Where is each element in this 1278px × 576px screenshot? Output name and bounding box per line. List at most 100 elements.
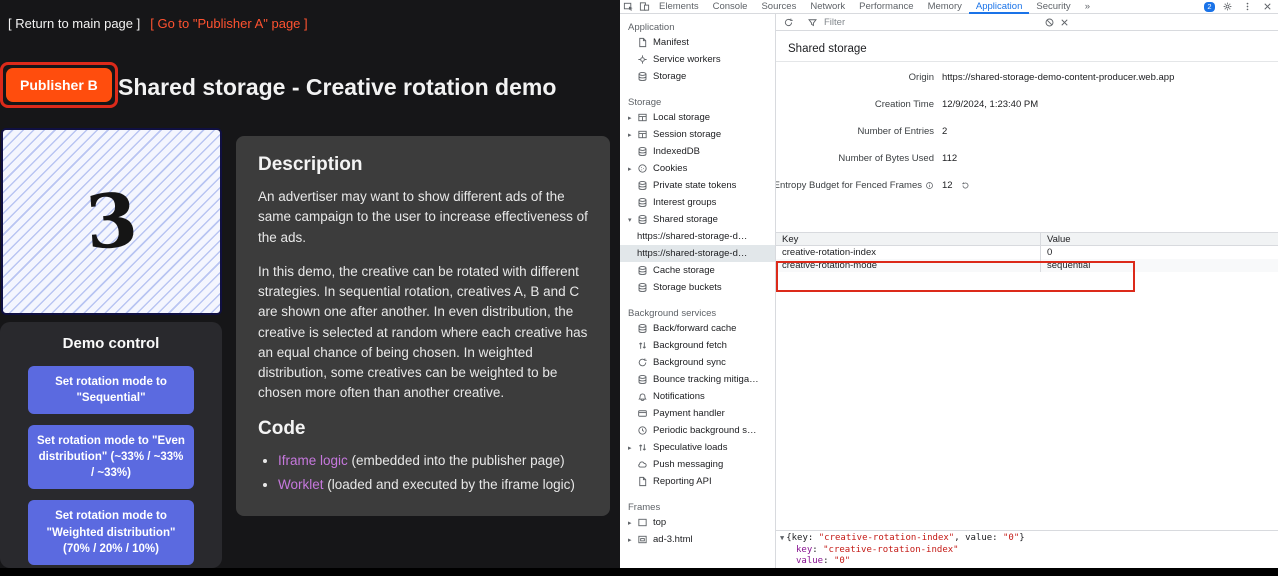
column-header-key: Key [776,233,1040,246]
sidebar-item-speculative-loads[interactable]: ▸ Speculative loads [620,439,775,456]
entries-table: KeyValuecreative-rotation-index0creative… [776,232,1278,272]
tab-console[interactable]: Console [706,0,755,14]
tab-performance[interactable]: Performance [852,0,920,14]
sidebar-item-service-workers[interactable]: Service workers [620,51,775,68]
settings-gear-button[interactable] [1219,0,1235,14]
metadata-label: Entropy Budget for Fenced Frames [776,180,934,191]
sidebar-item-label: Speculative loads [653,442,727,453]
table-header-row: KeyValue [776,233,1278,246]
rotation-even-distribution-button[interactable]: Set rotation mode to "Even distribution"… [28,425,194,489]
sidebar-item-label: Push messaging [653,459,723,470]
rotation-sequential-button[interactable]: Set rotation mode to "Sequential" [28,366,194,414]
delete-selected-button[interactable] [1057,15,1072,30]
shared-storage-heading: Shared storage [776,31,1278,62]
demo-control-panel: Demo control Set rotation mode to "Seque… [0,322,222,568]
clear-all-button[interactable] [1042,15,1057,30]
tree-expand-arrow-icon[interactable]: ▸ [628,165,637,173]
tab-elements[interactable]: Elements [652,0,706,14]
demo-control-title: Demo control [63,335,160,352]
metadata-report: Originhttps://shared-storage-demo-conten… [776,62,1278,190]
sidebar-item-interest-groups[interactable]: Interest groups [620,194,775,211]
sidebar-item-background-fetch[interactable]: Background fetch [620,337,775,354]
sidebar-item-https-shared-storage-d[interactable]: https://shared-storage-d… [620,245,775,262]
sidebar-item-storage-buckets[interactable]: Storage buckets [620,279,775,296]
tab-sources[interactable]: Sources [754,0,803,14]
metadata-label: Number of Entries [776,126,934,137]
storage-toolbar: Filter [776,14,1278,31]
tab-application[interactable]: Application [969,0,1029,14]
more-options-kebab-button[interactable] [1239,0,1255,14]
service-worker-icon [637,54,648,65]
property-value: "0" [834,556,850,566]
bell-icon [637,391,648,402]
go-to-publisher-a-link[interactable]: [ Go to "Publisher A" page ] [150,16,307,31]
tree-expand-arrow-icon[interactable]: ▸ [628,519,637,527]
sidebar-item-label: Session storage [653,129,721,140]
sidebar-item-back-forward-cache[interactable]: Back/forward cache [620,320,775,337]
sidebar-item-cache-storage[interactable]: Cache storage [620,262,775,279]
tree-expand-arrow-icon[interactable]: ▸ [628,536,637,544]
table-row-creative-rotation-mode[interactable]: creative-rotation-modesequential [776,259,1278,272]
tree-expand-arrow-icon[interactable]: ▾ [628,216,637,224]
close-devtools-button[interactable] [1259,0,1275,14]
clock-icon [637,425,648,436]
sidebar-item-label: Manifest [653,37,689,48]
publisher-b-button[interactable]: Publisher B [6,68,112,102]
sidebar-item-bounce-tracking-mitiga[interactable]: Bounce tracking mitiga… [620,371,775,388]
sidebar-item-reporting-api[interactable]: Reporting API [620,473,775,490]
tree-expand-arrow-icon[interactable]: ▸ [628,114,637,122]
preview-expanded-line[interactable]: ▼{key: "creative-rotation-index", value:… [780,533,1274,545]
tab-memory[interactable]: Memory [921,0,969,14]
property-colon: : [812,545,823,555]
sidebar-item-notifications[interactable]: Notifications [620,388,775,405]
preview-token: , [954,533,965,543]
tree-expand-arrow-icon[interactable]: ▸ [628,131,637,139]
sidebar-item-manifest[interactable]: Manifest [620,34,775,51]
publisher-b-annotation-box: Publisher B [0,62,118,108]
metadata-value: 112 [942,153,957,164]
application-sidebar: ApplicationManifestService workersStorag… [620,14,776,568]
tree-expand-arrow-icon[interactable]: ▸ [628,444,637,452]
rotation-weighted-distribution-button[interactable]: Set rotation mode to "Weighted distribut… [28,500,194,564]
metadata-row-number-of-bytes-used: Number of Bytes Used112 [776,153,1278,163]
sidebar-item-periodic-background-s[interactable]: Periodic background s… [620,422,775,439]
tab-network[interactable]: Network [803,0,852,14]
preview-tokens: {key: "creative-rotation-index", value: … [786,533,1024,543]
cloud-icon [637,459,648,470]
return-to-main-link[interactable]: [ Return to main page ] [8,16,140,31]
sidebar-item-top[interactable]: ▸top [620,514,775,531]
sidebar-item-storage[interactable]: Storage [620,68,775,85]
metadata-label-text: Creation Time [875,99,934,110]
refresh-button[interactable] [781,15,796,30]
code-link-worklet[interactable]: Worklet [278,477,324,492]
sidebar-item-label: Interest groups [653,197,716,208]
tab-security[interactable]: Security [1029,0,1077,14]
sidebar-item-label: ad-3.html [653,534,693,545]
sidebar-item-shared-storage[interactable]: ▾Shared storage [620,211,775,228]
sidebar-item-ad-3-html[interactable]: ▸ ad-3.html [620,531,775,548]
more-tabs-button[interactable]: » [1078,0,1097,14]
sidebar-item-https-shared-storage-d[interactable]: https://shared-storage-d… [620,228,775,245]
issues-count-badge[interactable]: 2 [1204,2,1215,12]
sidebar-item-indexeddb[interactable]: IndexedDB [620,143,775,160]
sidebar-item-push-messaging[interactable]: Push messaging [620,456,775,473]
property-colon: : [823,556,834,566]
table-row-creative-rotation-index[interactable]: creative-rotation-index0 [776,246,1278,259]
sidebar-item-session-storage[interactable]: ▸ Session storage [620,126,775,143]
sidebar-item-background-sync[interactable]: Background sync [620,354,775,371]
sidebar-item-local-storage[interactable]: ▸Local storage [620,109,775,126]
sidebar-item-label: Cache storage [653,265,715,276]
creative-number: 3 [83,177,140,266]
sidebar-item-payment-handler[interactable]: Payment handler [620,405,775,422]
code-link-iframe-logic[interactable]: Iframe logic [278,453,348,468]
database-icon [637,146,648,157]
description-card: Description An advertiser may want to sh… [236,136,610,516]
reset-budget-button[interactable] [958,178,973,193]
filter-input[interactable]: Filter [804,15,1042,29]
funnel-icon [807,17,818,28]
sidebar-item-cookies[interactable]: ▸Cookies [620,160,775,177]
sidebar-item-private-state-tokens[interactable]: Private state tokens [620,177,775,194]
inspect-element-button[interactable] [620,0,636,14]
close-icon [1262,1,1273,12]
device-toolbar-button[interactable] [636,0,652,14]
